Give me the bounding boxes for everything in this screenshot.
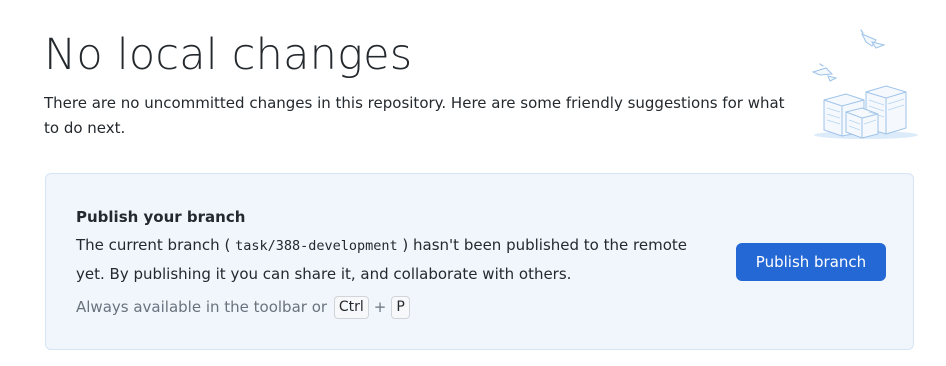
publish-branch-card: Publish your branch The current branch (… xyxy=(45,173,914,350)
scattered-papers-illustration-icon xyxy=(806,28,918,146)
page-description: There are no uncommitted changes in this… xyxy=(44,94,785,137)
shortcut-separator: + xyxy=(373,298,387,316)
toolbar-hint: Always available in the toolbar or Ctrl +… xyxy=(76,294,412,320)
publish-branch-description: The current branch ( task/388-developmen… xyxy=(76,231,716,288)
publish-branch-button[interactable]: Publish branch xyxy=(736,243,886,281)
no-local-changes-view: No local changes There are no uncommitte… xyxy=(0,0,946,366)
hint-text: Always available in the toolbar or xyxy=(76,298,328,316)
description-text-before: The current branch ( xyxy=(76,236,236,254)
branch-name: task/388-development xyxy=(235,238,398,254)
publish-branch-title: Publish your branch xyxy=(76,208,246,226)
shortcut-key-p: P xyxy=(391,295,410,319)
page-title: No local changes xyxy=(44,30,413,80)
shortcut-key-ctrl: Ctrl xyxy=(333,295,369,319)
